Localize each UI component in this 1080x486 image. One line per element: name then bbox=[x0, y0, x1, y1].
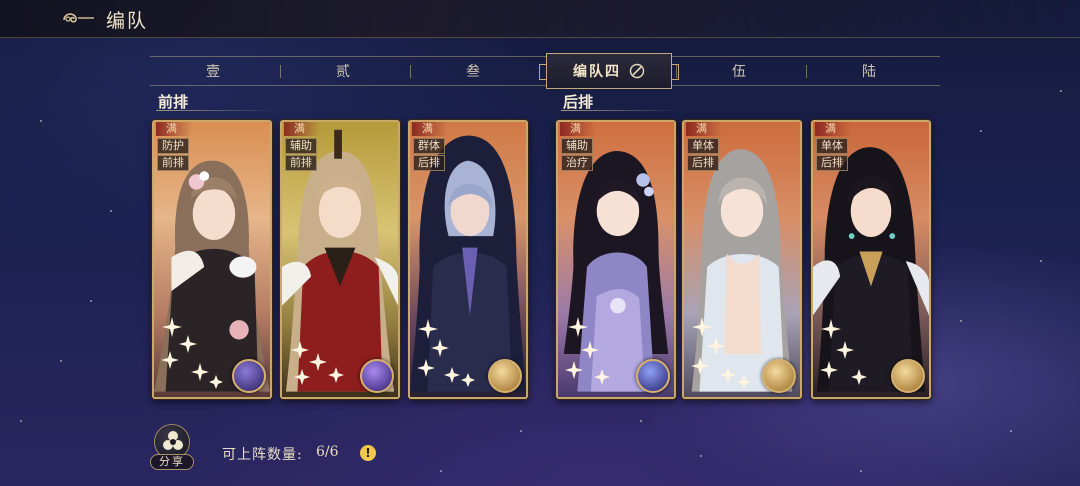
back-row-divider bbox=[561, 110, 681, 111]
position-tag: 后排 bbox=[687, 155, 719, 171]
purple-orb-icon bbox=[360, 359, 394, 393]
max-level-badge: 满 bbox=[815, 122, 851, 136]
max-level-badge: 满 bbox=[686, 122, 722, 136]
tab-team-4[interactable]: 编队四 bbox=[539, 53, 679, 89]
back-row-label: 后排 bbox=[563, 93, 594, 111]
rename-icon[interactable] bbox=[629, 63, 645, 79]
character-card-1[interactable]: 满 防护 前排 bbox=[152, 120, 272, 399]
tab-label: 贰 bbox=[336, 64, 352, 80]
sparkle-stars-icon bbox=[417, 319, 475, 387]
cloud-emblem-icon bbox=[63, 13, 94, 23]
gold-orb-icon bbox=[488, 359, 522, 393]
role-tag: 辅助 bbox=[285, 138, 317, 154]
character-card-4[interactable]: 满 辅助 治疗 bbox=[556, 120, 676, 399]
tab-team-2[interactable]: 贰 bbox=[280, 57, 408, 85]
position-tag: 后排 bbox=[413, 155, 445, 171]
sparkle-stars-icon bbox=[691, 317, 751, 389]
share-label: 分享 bbox=[150, 454, 194, 470]
deployable-count-value: 6/6 bbox=[316, 444, 339, 460]
tab-label: 编队四 bbox=[573, 64, 621, 80]
info-icon[interactable]: ! bbox=[360, 445, 376, 461]
team-tab-bar: 壹 贰 叁 编队四 伍 陆 bbox=[150, 53, 940, 89]
deployable-count-label: 可上阵数量: bbox=[222, 447, 303, 463]
purple-orb-icon bbox=[636, 359, 670, 393]
page-title: 编队 bbox=[106, 10, 149, 32]
role-tag: 辅助 bbox=[561, 138, 593, 154]
role-tag: 单体 bbox=[816, 138, 848, 154]
role-tag: 防护 bbox=[157, 138, 189, 154]
gold-orb-icon bbox=[891, 359, 925, 393]
gold-orb-icon bbox=[762, 359, 796, 393]
role-tag: 治疗 bbox=[561, 155, 593, 171]
purple-orb-icon bbox=[232, 359, 266, 393]
tab-team-6[interactable]: 陆 bbox=[806, 57, 934, 85]
role-tag: 群体 bbox=[413, 138, 445, 154]
tab-label: 壹 bbox=[206, 64, 222, 80]
sparkle-stars-icon bbox=[291, 341, 344, 385]
tab-team-5[interactable]: 伍 bbox=[676, 57, 804, 85]
character-card-3[interactable]: 满 群体 后排 bbox=[408, 120, 528, 399]
character-card-6[interactable]: 满 单体 后排 bbox=[811, 120, 931, 399]
tab-label: 叁 bbox=[466, 64, 482, 80]
front-row-divider bbox=[156, 110, 276, 111]
character-card-2[interactable]: 满 辅助 前排 bbox=[280, 120, 400, 399]
max-level-badge: 满 bbox=[284, 122, 320, 136]
max-level-badge: 满 bbox=[156, 122, 192, 136]
share-button[interactable]: 分享 bbox=[148, 424, 196, 476]
sparkle-stars-icon bbox=[161, 317, 223, 389]
tab-team-3[interactable]: 叁 bbox=[410, 57, 538, 85]
role-tag: 单体 bbox=[687, 138, 719, 154]
sparkle-stars-icon bbox=[565, 317, 610, 385]
front-row-label: 前排 bbox=[158, 93, 189, 111]
sparkle-stars-icon bbox=[820, 319, 867, 385]
max-level-badge: 满 bbox=[560, 122, 596, 136]
max-level-badge: 满 bbox=[412, 122, 448, 136]
tab-label: 陆 bbox=[862, 64, 878, 80]
tab-label: 伍 bbox=[732, 64, 748, 80]
top-header-bar: 编队 bbox=[0, 0, 1080, 38]
character-card-5[interactable]: 满 单体 后排 bbox=[682, 120, 802, 399]
position-tag: 后排 bbox=[816, 155, 848, 171]
position-tag: 前排 bbox=[285, 155, 317, 171]
tab-team-1[interactable]: 壹 bbox=[150, 57, 278, 85]
position-tag: 前排 bbox=[157, 155, 189, 171]
